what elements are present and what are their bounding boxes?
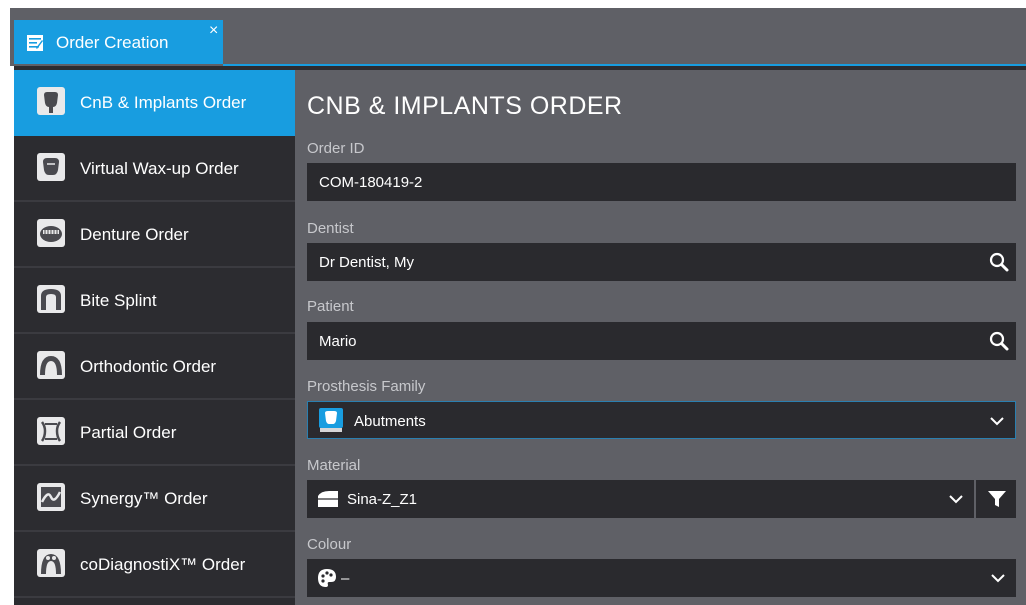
colour-select[interactable]: – — [307, 559, 1016, 597]
dentist-field[interactable]: Dr Dentist, My — [307, 243, 1016, 281]
bite-splint-icon — [37, 285, 65, 313]
partial-icon — [37, 417, 65, 445]
material-block-icon — [318, 491, 338, 507]
tab-bar: Order Creation × — [0, 0, 1026, 67]
sidebar-item-codiagnostix[interactable]: coDiagnostiX™ Order — [14, 532, 295, 598]
filter-icon — [988, 491, 1006, 507]
sidebar-item-synergy[interactable]: Synergy™ Order — [14, 466, 295, 532]
wax-crown-icon — [37, 153, 65, 181]
prosthesis-family-value: Abutments — [354, 413, 426, 430]
codiagnostix-icon — [37, 549, 65, 577]
search-icon[interactable] — [988, 251, 1010, 273]
sidebar-item-label: Partial Order — [80, 423, 177, 442]
search-icon[interactable] — [988, 330, 1010, 352]
sidebar-item-label: Denture Order — [80, 225, 189, 244]
order-id-value: COM-180419-2 — [319, 174, 423, 191]
patient-label: Patient — [307, 298, 354, 315]
material-filter-button[interactable] — [976, 480, 1016, 518]
colour-value: – — [341, 570, 350, 587]
order-id-label: Order ID — [307, 140, 365, 157]
sidebar-item-label: Orthodontic Order — [80, 357, 217, 376]
sidebar-item-denture[interactable]: Denture Order — [14, 202, 295, 268]
patient-value: Mario — [319, 333, 357, 350]
sidebar-item-label: Bite Splint — [80, 291, 157, 310]
chevron-down-icon[interactable] — [948, 491, 964, 507]
orthodontic-icon — [37, 351, 65, 379]
abutment-icon — [319, 408, 343, 432]
material-select[interactable]: Sina-Z_Z1 — [307, 480, 974, 518]
chevron-down-icon[interactable] — [990, 570, 1006, 586]
sidebar-item-cnb-implants[interactable]: CnB & Implants Order — [14, 70, 295, 136]
sidebar-item-label: coDiagnostiX™ Order — [80, 555, 246, 574]
order-form-icon — [27, 35, 43, 51]
tab-order-creation[interactable]: Order Creation × — [14, 20, 223, 64]
sidebar-item-bite-splint[interactable]: Bite Splint — [14, 268, 295, 334]
prosthesis-family-select[interactable]: Abutments — [307, 401, 1016, 439]
denture-icon — [37, 219, 65, 247]
synergy-icon — [37, 483, 65, 511]
patient-field[interactable]: Mario — [307, 322, 1016, 360]
prosthesis-family-label: Prosthesis Family — [307, 378, 426, 395]
order-form-panel: CNB & IMPLANTS ORDER Order ID COM-180419… — [295, 70, 1026, 605]
sidebar-item-label: Synergy™ Order — [80, 489, 208, 508]
sidebar-item-partial[interactable]: Partial Order — [14, 400, 295, 466]
sidebar-item-orthodontic[interactable]: Orthodontic Order — [14, 334, 295, 400]
page-title: CNB & IMPLANTS ORDER — [307, 92, 623, 120]
material-value: Sina-Z_Z1 — [347, 491, 418, 508]
colour-label: Colour — [307, 536, 352, 553]
crown-implant-icon — [37, 87, 65, 115]
palette-icon — [318, 569, 336, 587]
dentist-label: Dentist — [307, 220, 354, 237]
material-label: Material — [307, 457, 361, 474]
close-icon[interactable]: × — [209, 23, 218, 39]
sidebar-item-virtual-wax-up[interactable]: Virtual Wax-up Order — [14, 136, 295, 202]
sidebar-item-label: CnB & Implants Order — [80, 93, 247, 112]
chevron-down-icon[interactable] — [989, 413, 1005, 429]
order-id-field[interactable]: COM-180419-2 — [307, 163, 1016, 201]
sidebar-item-label: Virtual Wax-up Order — [80, 159, 239, 178]
order-type-sidebar: CnB & Implants Order Virtual Wax-up Orde… — [14, 70, 295, 605]
tab-label: Order Creation — [56, 33, 169, 52]
dentist-value: Dr Dentist, My — [319, 254, 415, 271]
